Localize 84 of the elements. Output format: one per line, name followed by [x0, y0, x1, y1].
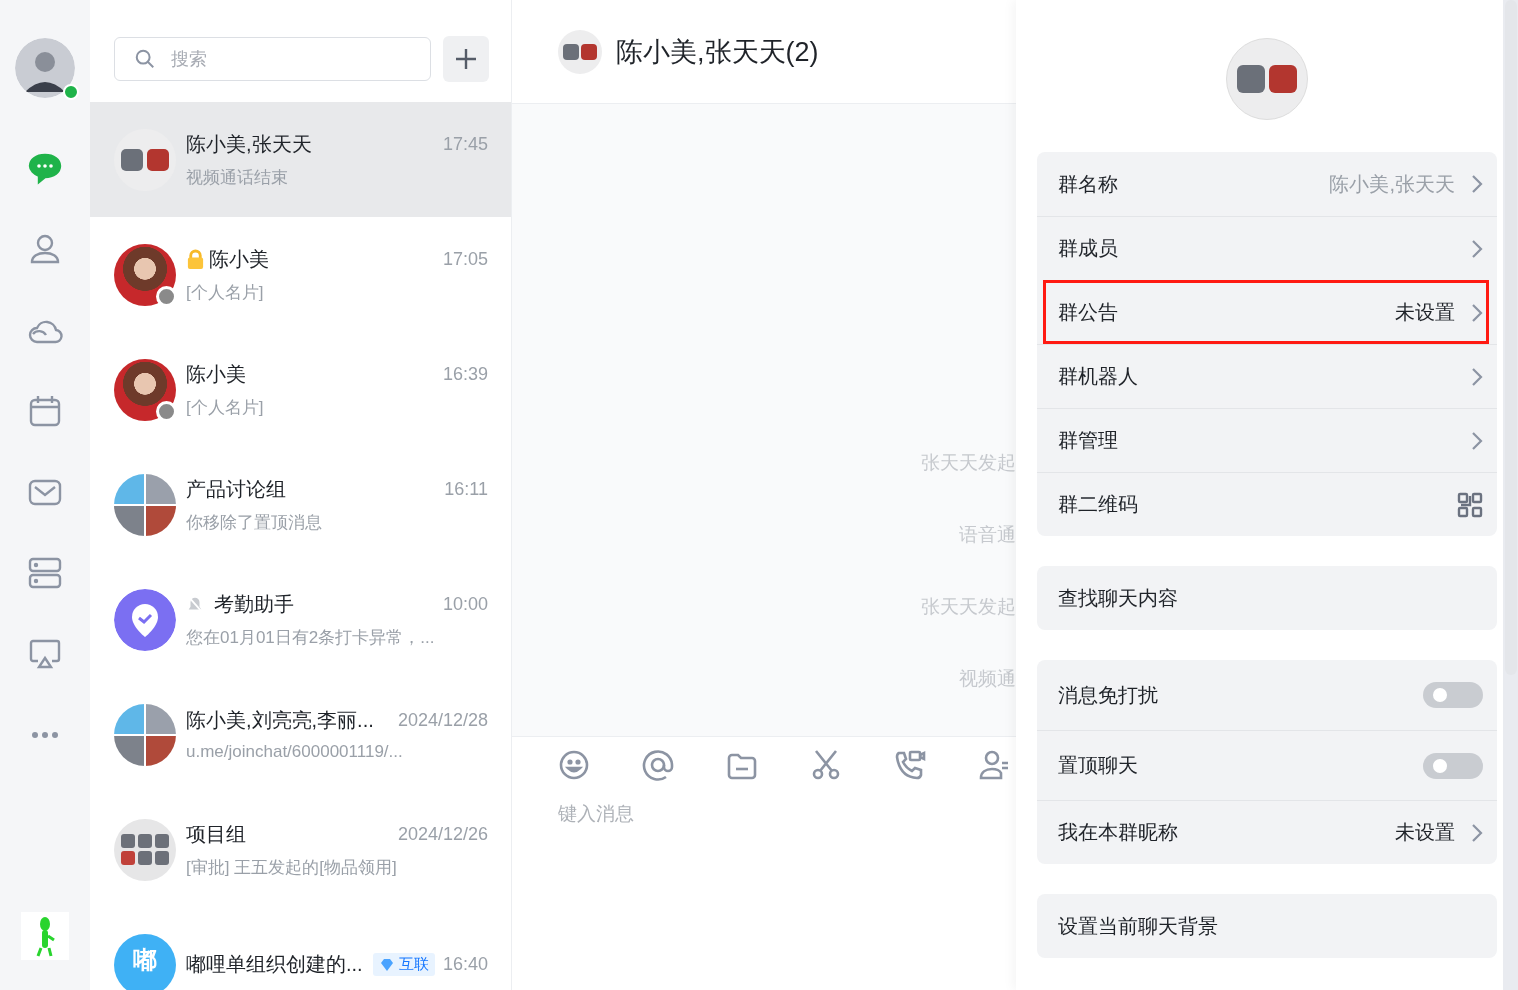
setting-label: 我在本群昵称: [1058, 820, 1179, 845]
settings-row[interactable]: 群成员: [1037, 216, 1497, 280]
conversation-time: 16:11: [444, 478, 488, 500]
storage-icon[interactable]: [27, 555, 63, 591]
conversation-name: 嘟哩单组织创建的...: [186, 952, 364, 977]
conversation-time: 16:40: [442, 954, 488, 975]
contact-icon[interactable]: [978, 749, 1010, 781]
message-preview: [个人名片]: [186, 396, 265, 419]
setting-label: 群管理: [1058, 428, 1119, 453]
settings-row[interactable]: 置顶聊天: [1037, 730, 1497, 800]
tag: 互联: [372, 953, 435, 976]
conversation-item[interactable]: 考勤助手 10:00 您在01月01日有2条打卡异常，...: [90, 562, 511, 677]
setting-label: 查找聊天内容: [1058, 585, 1179, 611]
group-avatar: [558, 29, 602, 74]
setting-value: 未设置: [1395, 820, 1455, 845]
conversation-time: 17:45: [442, 133, 488, 155]
settings-row[interactable]: 设置当前聊天背景: [1037, 894, 1497, 958]
diamond-icon: [378, 956, 395, 973]
setting-label: 置顶聊天: [1058, 753, 1139, 778]
settings-row[interactable]: 我在本群昵称 未设置: [1037, 800, 1497, 864]
chevron-right-icon: [1471, 174, 1483, 194]
setting-label: 群二维码: [1058, 492, 1139, 517]
scrollbar[interactable]: [1503, 0, 1518, 990]
call-icon[interactable]: [894, 749, 926, 781]
add-button[interactable]: [443, 36, 489, 82]
conversation-time: 16:39: [442, 363, 488, 385]
message-preview: 视频通话结束: [186, 166, 289, 189]
conversation-name: 陈小美: [186, 361, 247, 387]
message-preview: 你移除了置顶消息: [186, 511, 323, 534]
setting-value: 未设置: [1395, 300, 1455, 325]
settings-row[interactable]: 查找聊天内容: [1037, 566, 1497, 630]
setting-label: 设置当前聊天背景: [1058, 913, 1219, 939]
conversation-time: 2024/12/26: [397, 823, 488, 845]
conversation-name: 陈小美,刘亮亮,李丽...: [186, 708, 375, 733]
conversation-item[interactable]: 产品讨论组 16:11 你移除了置顶消息: [90, 447, 511, 562]
toggle-switch[interactable]: [1423, 682, 1483, 708]
chat-title: 陈小美,张天天(2): [616, 35, 819, 69]
conversation-item[interactable]: 项目组 2024/12/26 [审批] 王五发起的[物品领用]: [90, 792, 511, 907]
message-preview: 您在01月01日有2条打卡异常，...: [186, 626, 436, 649]
chevron-right-icon: [1471, 366, 1483, 387]
letter-avatar: 嘟: [114, 933, 176, 990]
setting-label: 群公告: [1058, 300, 1119, 325]
plus-icon: [454, 47, 478, 71]
chevron-right-icon: [1471, 302, 1483, 323]
conversation-item[interactable]: 嘟 嘟哩单组织创建的... 互联 16:40: [90, 907, 511, 990]
toggle-switch[interactable]: [1423, 752, 1483, 779]
settings-row[interactable]: 群公告 未设置: [1043, 280, 1489, 344]
search-icon: [134, 48, 156, 70]
conversation-name: 考勤助手: [214, 591, 295, 617]
conversation-item[interactable]: 陈小美,张天天 17:45 视频通话结束: [90, 102, 511, 217]
message-preview: [审批] 王五发起的[物品领用]: [186, 856, 398, 879]
conversation-name: 项目组: [186, 821, 247, 847]
search-field[interactable]: 搜索: [114, 37, 431, 81]
emoji-icon[interactable]: [558, 749, 590, 781]
qr-code-icon: [1457, 491, 1483, 518]
setting-label: 群机器人: [1058, 364, 1139, 389]
setting-value: 陈小美,张天天: [1329, 171, 1455, 197]
scissors-icon[interactable]: [810, 749, 842, 781]
location-check-icon: [114, 588, 176, 651]
chevron-right-icon: [1471, 430, 1483, 451]
conversation-name: 陈小美: [209, 246, 270, 272]
settings-row[interactable]: 群机器人: [1037, 344, 1497, 408]
settings-row[interactable]: 消息免打扰: [1037, 660, 1497, 730]
calendar-icon[interactable]: [27, 393, 63, 429]
setting-label: 消息免打扰: [1058, 682, 1159, 708]
setting-label: 群名称: [1058, 171, 1119, 197]
conversation-name: 陈小美,张天天: [186, 131, 313, 157]
conversation-item[interactable]: 陈小美 16:39 [个人名片]: [90, 332, 511, 447]
conversation-time: 17:05: [442, 248, 488, 270]
conversation-time: 10:00: [442, 593, 488, 615]
mascot-icon[interactable]: [21, 912, 69, 960]
conversation-item[interactable]: 陈小美,刘亮亮,李丽... 2024/12/28 u.me/joinchat/6000001119/...: [90, 677, 511, 792]
mention-icon[interactable]: [642, 749, 674, 781]
conversation-time: 2024/12/28: [397, 710, 488, 731]
setting-label: 群成员: [1058, 236, 1119, 261]
conversation-item[interactable]: 陈小美 17:05 [个人名片]: [90, 217, 511, 332]
message-preview: u.me/joinchat/6000001119/...: [186, 742, 404, 762]
conversation-name: 产品讨论组: [186, 476, 287, 502]
chevron-right-icon: [1471, 238, 1483, 259]
message-preview: [个人名片]: [186, 281, 265, 304]
settings-row[interactable]: 群管理: [1037, 408, 1497, 472]
settings-row[interactable]: 群二维码: [1037, 472, 1497, 536]
chevron-right-icon: [1471, 822, 1483, 843]
settings-row[interactable]: 群名称 陈小美,张天天: [1037, 152, 1497, 216]
